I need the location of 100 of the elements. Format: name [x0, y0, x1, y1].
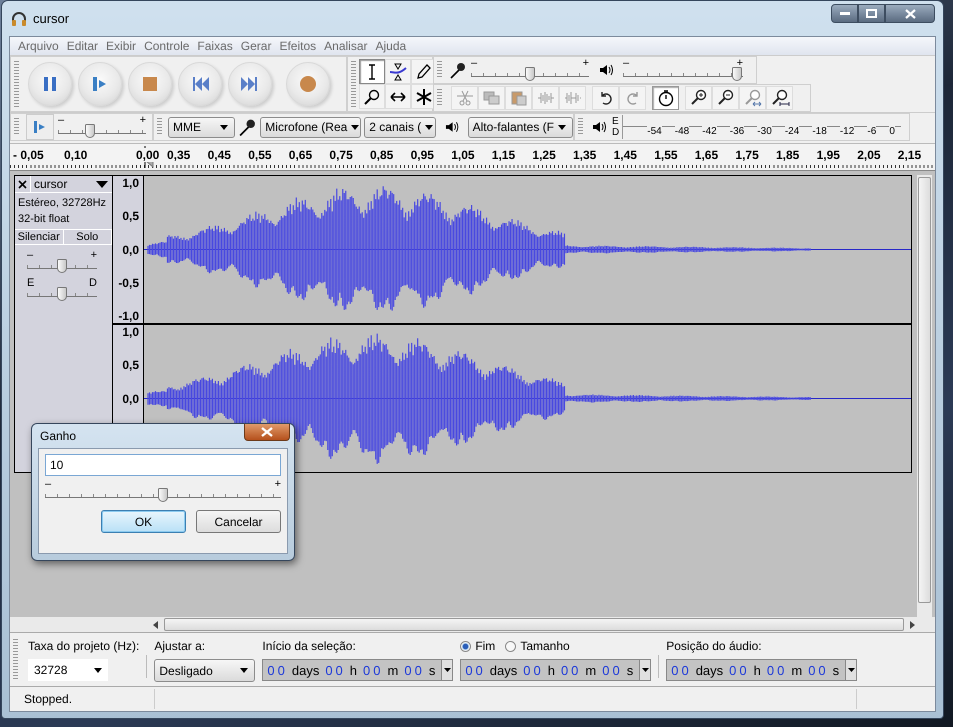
slider-min-label: – — [471, 58, 478, 69]
time-field[interactable]: 00 days 00 h 00 m 00 s — [262, 659, 454, 681]
fit-project-icon — [770, 89, 790, 107]
ruler-label: 1,15 — [492, 148, 516, 162]
menu-item[interactable]: Gerar — [240, 39, 278, 53]
fit-project-button[interactable] — [766, 86, 793, 110]
close-button[interactable] — [885, 4, 935, 23]
menu-item[interactable]: Controle — [144, 39, 196, 53]
slider-min-label: – — [45, 479, 52, 490]
audio-host-dropdown[interactable]: MME — [168, 116, 236, 138]
cut-icon — [456, 90, 474, 106]
vertical-scrollbar[interactable] — [917, 175, 932, 617]
caret-icon — [220, 124, 228, 130]
radio-option[interactable]: Fim — [460, 639, 496, 653]
track-info: Estéreo, 32728Hz — [18, 196, 108, 211]
ruler-label: 1,55 — [654, 148, 678, 162]
time-digits: 00 — [325, 662, 346, 678]
time-digits: 00 — [267, 662, 288, 678]
slider-thumb[interactable] — [57, 259, 67, 273]
slider-thumb[interactable] — [158, 488, 168, 502]
zoom-tool[interactable] — [359, 84, 385, 109]
track-info: 32-bit float — [18, 212, 70, 227]
dialog-button[interactable]: OK — [101, 510, 186, 533]
project-rate-dropdown[interactable]: 32728 — [28, 659, 108, 681]
draw-icon — [415, 62, 433, 80]
select-tool[interactable] — [359, 59, 385, 84]
menu-item[interactable]: Arquivo — [18, 39, 65, 53]
dropdown-button[interactable] — [845, 660, 856, 680]
slider-thumb[interactable] — [732, 67, 742, 81]
record-button[interactable] — [286, 62, 330, 106]
time-unit: h — [350, 662, 358, 678]
paste-icon — [510, 90, 528, 106]
menu-item[interactable]: Faixas — [197, 39, 239, 53]
caret-icon — [558, 124, 566, 130]
ruler-label: 1,65 — [694, 148, 718, 162]
input-device-dropdown[interactable]: Microfone (Rea — [260, 116, 362, 138]
radio-button[interactable] — [505, 640, 516, 652]
slider-max-label: + — [140, 115, 146, 126]
scroll-left-icon[interactable] — [152, 620, 160, 628]
dropdown-button[interactable] — [441, 660, 452, 680]
field-label: Taxa do projeto (Hz): — [28, 639, 140, 653]
undo-button[interactable] — [592, 86, 619, 110]
amplitude-label: 1,0 — [122, 176, 139, 190]
amplitude-label: 0,5 — [122, 358, 139, 372]
play-button[interactable] — [78, 62, 122, 106]
channels-dropdown[interactable]: 2 canais ( — [364, 116, 436, 138]
envelope-tool[interactable] — [385, 59, 411, 84]
time-unit: days — [292, 662, 320, 678]
trim-icon — [536, 90, 554, 106]
timeshift-tool[interactable] — [385, 84, 411, 109]
radio-option[interactable]: Tamanho — [505, 639, 570, 653]
stop-button[interactable] — [128, 62, 172, 106]
scrollbar-thumb[interactable] — [164, 618, 904, 631]
close-icon — [904, 8, 916, 18]
menu-item[interactable]: Editar — [66, 39, 104, 53]
radio-button[interactable] — [460, 640, 472, 652]
slider-thumb[interactable] — [57, 287, 67, 301]
horizontal-scrollbar[interactable] — [10, 617, 935, 632]
time-digits: 00 — [602, 662, 623, 678]
output-device-dropdown[interactable]: Alto-falantes (F — [468, 116, 573, 138]
dropdown-button[interactable] — [639, 660, 650, 680]
snap-dropdown[interactable]: Desligado — [154, 659, 256, 682]
field-label: Posição do áudio: — [666, 639, 763, 653]
ruler-label: 1,05 — [451, 148, 475, 162]
ruler-label: 2,15 — [898, 148, 922, 162]
zoom-out-icon — [716, 89, 736, 107]
status-text: Stopped. — [23, 692, 74, 706]
play-at-speed-button[interactable] — [26, 114, 54, 140]
menu-item[interactable]: Analisar — [324, 39, 374, 53]
menu-item[interactable]: Efeitos — [279, 39, 322, 53]
time-field[interactable]: 00 days 00 h 00 m 00 s — [666, 659, 858, 681]
scroll-right-icon[interactable] — [908, 620, 916, 628]
track-toggle-button[interactable]: Silenciar — [15, 230, 64, 244]
timeline-ruler[interactable]: - 0,05 0,10 0,00 0,35 0,45 0,55 0,65 0,75 0,85 0,95 1,05 1,15 1,25 1,35 1,45 1,55 1,65 1,75 1,85 1,95 2,05 2,15 — [10, 143, 935, 170]
stopwatch-button[interactable] — [652, 86, 679, 110]
close-button[interactable] — [244, 424, 290, 441]
time-field[interactable]: 00 days 00 h 00 m 00 s — [460, 659, 652, 681]
ruler-label: 0,10 — [64, 148, 88, 162]
slider-thumb[interactable] — [85, 124, 96, 138]
caret-icon — [642, 668, 649, 672]
skip-end-button[interactable] — [228, 62, 272, 106]
dialog-button[interactable]: Cancelar — [196, 510, 281, 533]
time-unit: s — [832, 662, 840, 678]
menu-item[interactable]: Exibir — [106, 39, 142, 53]
maximize-button[interactable] — [858, 4, 885, 23]
slider-min-label: – — [58, 115, 64, 126]
zoom-out-button[interactable] — [712, 86, 739, 110]
zoom-in-button[interactable] — [685, 86, 712, 110]
ruler-label: 0,45 — [208, 148, 231, 162]
caret-icon — [240, 668, 248, 673]
track-menu-button[interactable]: cursor — [31, 176, 112, 192]
minimize-button[interactable] — [831, 4, 858, 23]
pause-button[interactable] — [28, 62, 72, 106]
skip-start-button[interactable] — [178, 62, 222, 106]
ruler-label: 0,85 — [370, 148, 394, 162]
gain-input-field[interactable]: 10 — [45, 454, 281, 476]
slider-thumb[interactable] — [525, 67, 535, 81]
menu-item[interactable]: Ajuda — [376, 39, 412, 53]
microphone-icon — [238, 117, 258, 137]
scrollbar-thumb[interactable] — [918, 177, 931, 603]
